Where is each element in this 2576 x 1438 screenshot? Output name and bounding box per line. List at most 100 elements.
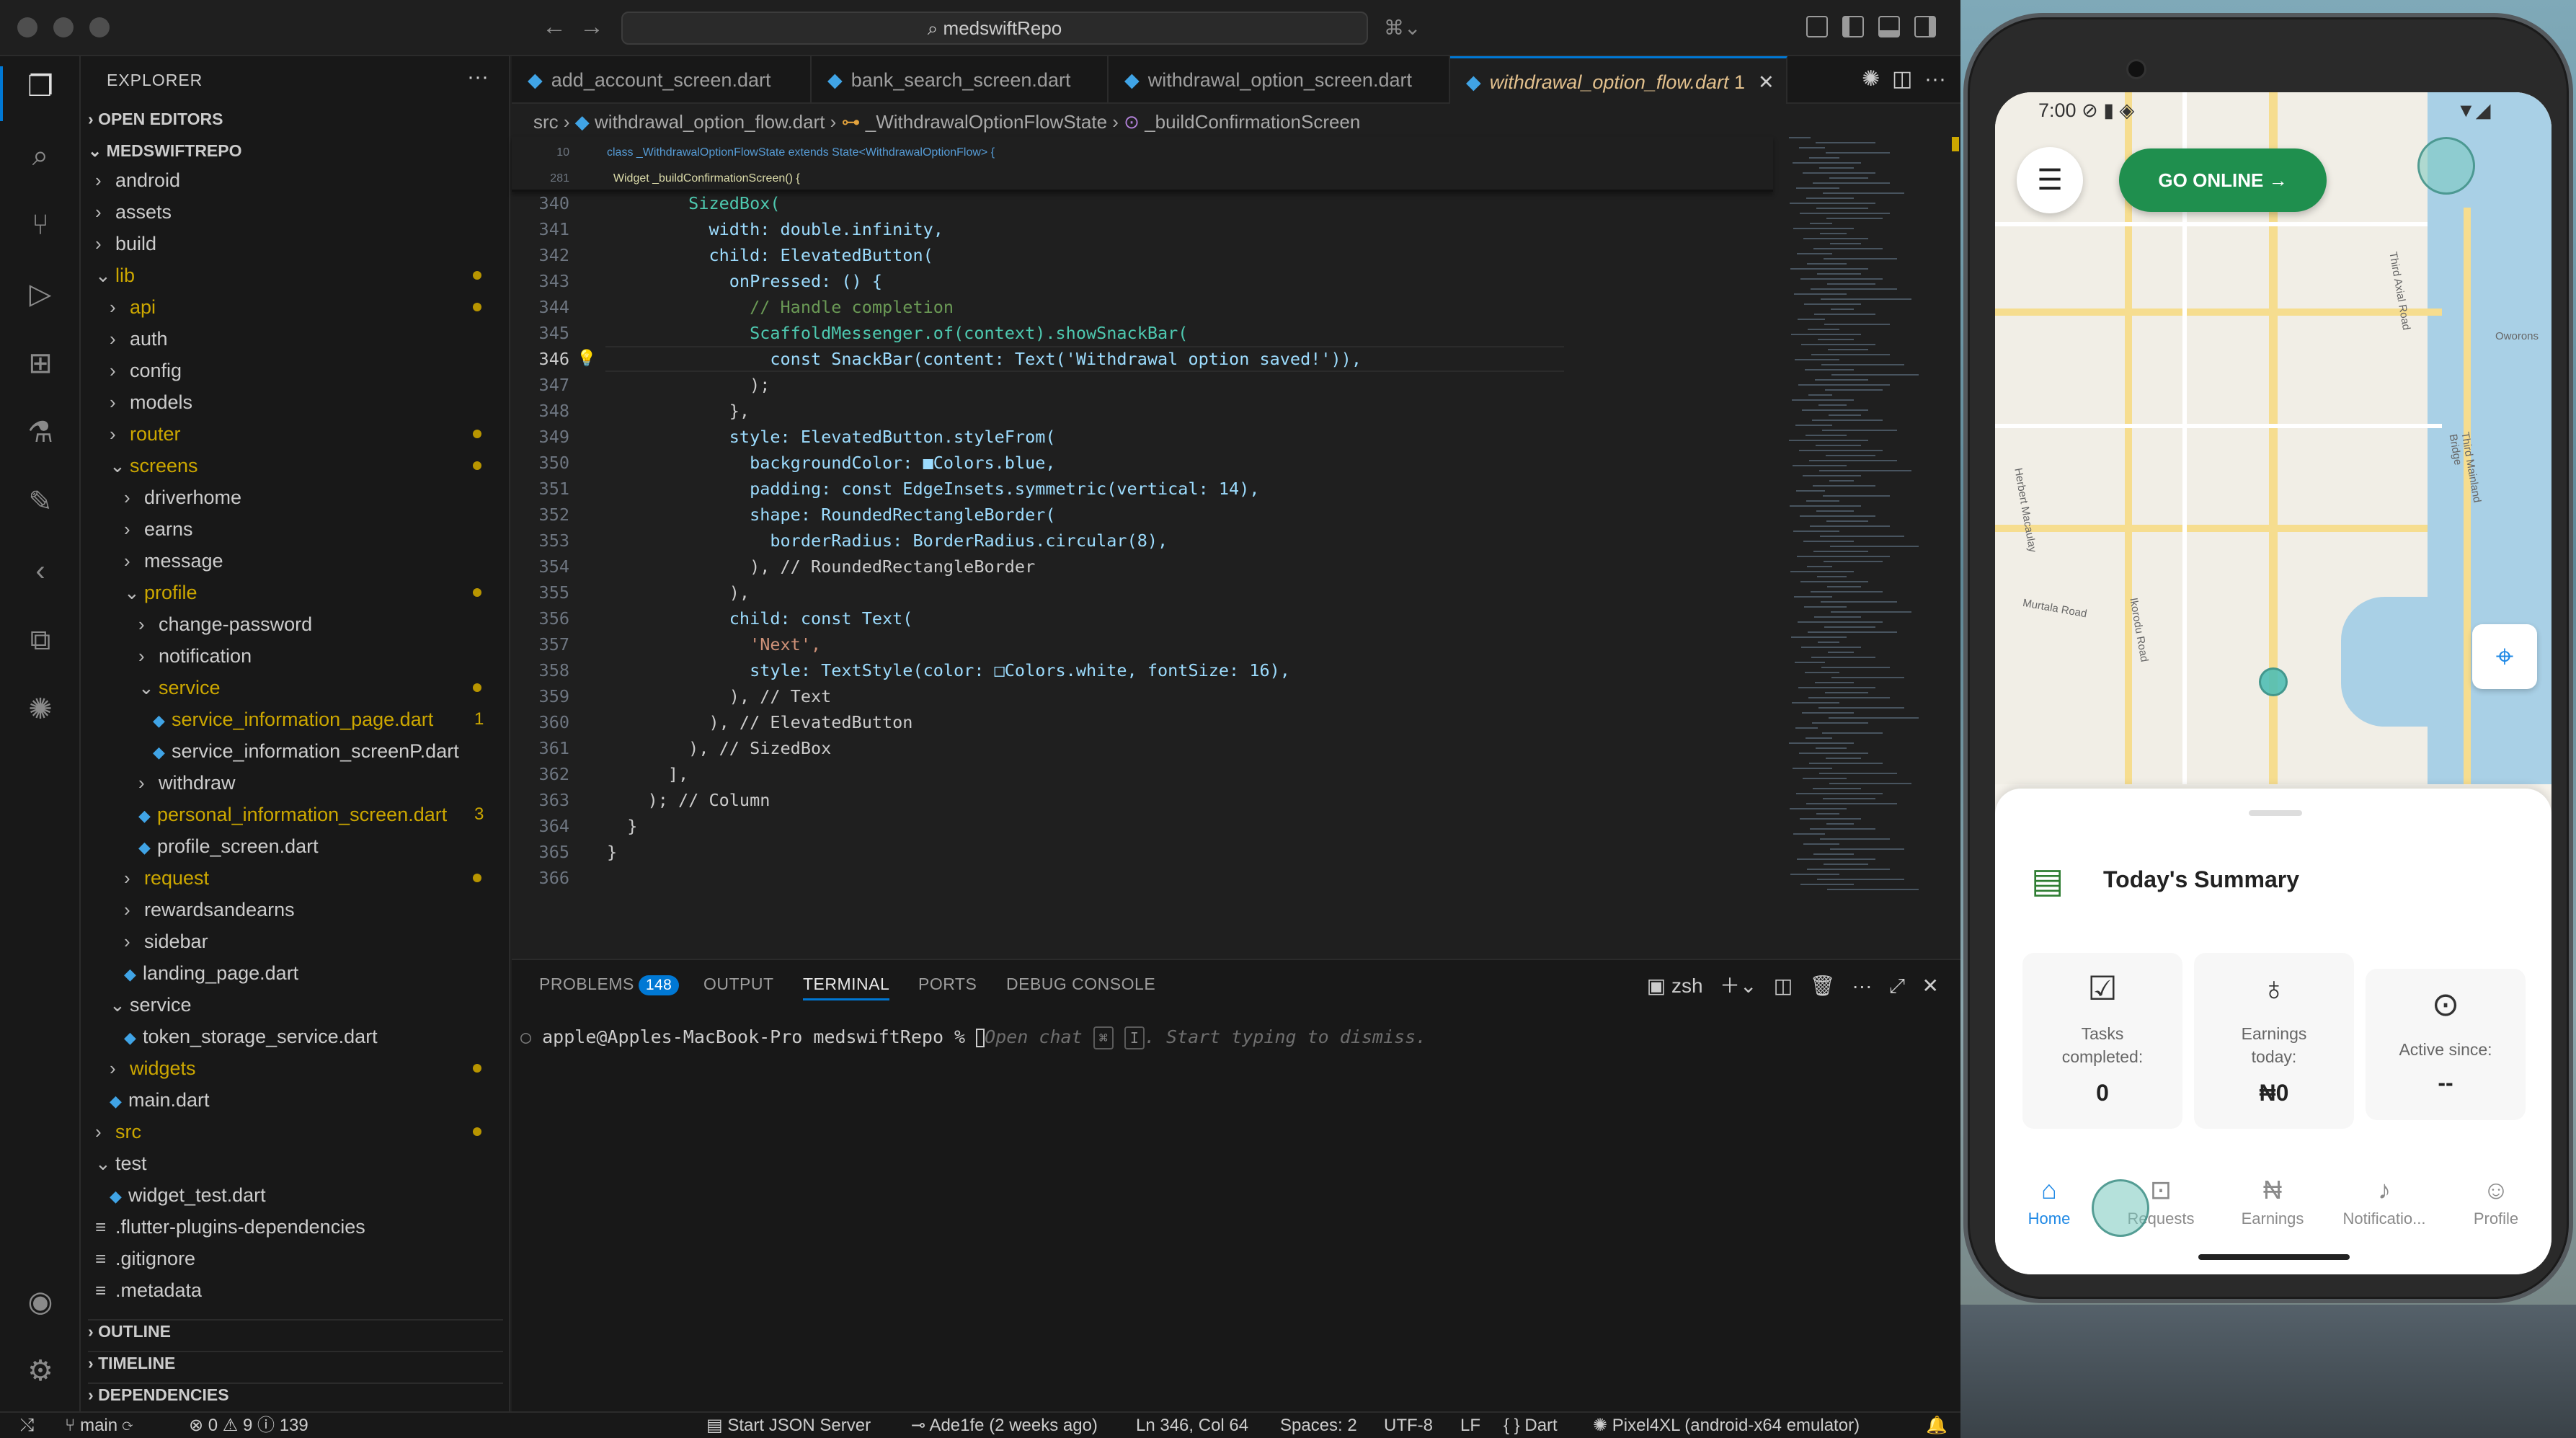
open-editors-section[interactable]: › OPEN EDITORS	[88, 110, 223, 129]
problems-summary[interactable]: ⊗ 0 ⚠ 9 ⓘ 139	[189, 1413, 308, 1438]
code-line[interactable]: 361 ), // SizedBox	[512, 735, 832, 761]
toggle-panel-icon[interactable]	[1878, 16, 1900, 37]
tree-folder[interactable]: ⌄ service	[81, 672, 510, 704]
tab-problems[interactable]: PROBLEMS 148	[539, 975, 680, 995]
tree-folder[interactable]: › notification	[81, 640, 510, 672]
tree-folder[interactable]: ⌄ profile	[81, 577, 510, 608]
code-line[interactable]: 351 padding: const EdgeInsets.symmetric(…	[512, 476, 1260, 502]
tree-folder[interactable]: › android	[81, 164, 510, 196]
tree-file[interactable]: ◆ token_storage_service.dart	[81, 1021, 510, 1052]
shell-name[interactable]: zsh	[1671, 975, 1703, 997]
chatgpt-icon[interactable]: ✺	[25, 693, 56, 725]
command-center-search[interactable]: ⌕ medswiftRepo	[621, 12, 1368, 45]
go-online-button[interactable]: GO ONLINE →	[2119, 148, 2327, 212]
tree-folder[interactable]: ⌄ screens	[81, 450, 510, 481]
minimize-window-icon[interactable]	[53, 17, 74, 37]
code-line[interactable]: 350 backgroundColor: ■Colors.blue,	[512, 450, 1056, 476]
tree-folder[interactable]: ⌄ test	[81, 1148, 510, 1179]
toggle-secondary-sidebar-icon[interactable]	[1914, 16, 1936, 37]
map-view[interactable]: Oworons Third Mainland Bridge Ikorodu Ro…	[1995, 92, 2551, 784]
account-icon[interactable]: ◉	[25, 1286, 56, 1318]
tree-folder[interactable]: › driverhome	[81, 481, 510, 513]
tree-folder[interactable]: ⌄ service	[81, 989, 510, 1021]
tree-folder[interactable]: › models	[81, 386, 510, 418]
layout-custom-icon[interactable]	[1806, 16, 1828, 37]
indentation[interactable]: Spaces: 2	[1280, 1413, 1357, 1438]
tree-folder[interactable]: › build	[81, 228, 510, 259]
lightbulb-icon[interactable]: 💡	[577, 346, 596, 372]
code-line[interactable]: 362 ],	[512, 761, 689, 787]
back-arrow-icon[interactable]: ←	[542, 13, 567, 41]
tree-file[interactable]: ◆ landing_page.dart	[81, 957, 510, 989]
code-line[interactable]: 340 SizedBox(	[512, 190, 781, 216]
search-icon[interactable]: ⌕	[25, 140, 56, 172]
code-line[interactable]: 358 style: TextStyle(color: □Colors.whit…	[512, 657, 1290, 683]
toggle-sidebar-icon[interactable]	[1842, 16, 1864, 37]
code-line[interactable]: 341 width: double.infinity,	[512, 216, 943, 242]
nav-notifications[interactable]: ♪ Notificatio...	[2330, 1175, 2438, 1228]
more-actions-icon[interactable]: ···	[1924, 67, 1946, 91]
code-line[interactable]: 365}	[512, 839, 618, 865]
line-ending[interactable]: LF	[1460, 1413, 1480, 1438]
notifications-bell-icon[interactable]: 🔔	[1926, 1413, 1947, 1438]
tree-folder[interactable]: › withdraw	[81, 767, 510, 799]
explorer-icon[interactable]: ❐	[25, 71, 56, 102]
split-terminal-icon[interactable]: ◫	[1774, 975, 1793, 997]
gesture-bar[interactable]	[2198, 1254, 2350, 1260]
split-editor-icon[interactable]: ◫	[1892, 67, 1912, 91]
code-line[interactable]: 360 ), // ElevatedButton	[512, 709, 913, 735]
branch-indicator[interactable]: ⑂ main ⟳	[65, 1413, 133, 1438]
tab-withdrawal-option-flow[interactable]: ◆ withdrawal_option_flow.dart 1 ✕	[1450, 56, 1787, 104]
close-panel-icon[interactable]: ✕	[1922, 975, 1939, 997]
code-line[interactable]: 364 }	[512, 813, 638, 839]
timeline-section[interactable]: › TIMELINE	[88, 1351, 503, 1373]
maximize-panel-icon[interactable]: ⤢	[1889, 975, 1905, 997]
close-tab-icon[interactable]: ✕	[1758, 71, 1775, 93]
tree-file[interactable]: ◆ personal_information_screen.dart 3	[81, 799, 510, 830]
repo-section[interactable]: ⌄ MEDSWIFTREPO	[88, 141, 242, 161]
code-line[interactable]: 345 ScaffoldMessenger.of(context).showSn…	[512, 320, 1189, 346]
code-line[interactable]: 354 ), // RoundedRectangleBorder	[512, 554, 1036, 580]
tab-terminal[interactable]: TERMINAL	[803, 975, 890, 1000]
tree-folder[interactable]: › sidebar	[81, 926, 510, 957]
language-mode[interactable]: { } Dart	[1504, 1413, 1558, 1438]
chatgpt-icon[interactable]: ✺	[1862, 67, 1880, 91]
code-line[interactable]: 346 const SnackBar(content: Text('Withdr…	[512, 346, 1564, 372]
tree-file[interactable]: ◆ service_information_page.dart 1	[81, 704, 510, 735]
more-icon[interactable]: ···	[1852, 975, 1872, 997]
nav-earnings[interactable]: ₦ Earnings	[2219, 1175, 2327, 1228]
code-line[interactable]: 353 borderRadius: BorderRadius.circular(…	[512, 528, 1168, 554]
extensions-icon[interactable]: ⊞	[25, 347, 56, 379]
remote-explorer-icon[interactable]: ⧉	[25, 624, 56, 656]
git-commit-info[interactable]: ⊸ Ade1fe (2 weeks ago)	[911, 1413, 1098, 1438]
tree-folder[interactable]: › assets	[81, 196, 510, 228]
tree-folder[interactable]: › earns	[81, 513, 510, 545]
tree-file[interactable]: ◆ service_information_screenP.dart	[81, 735, 510, 767]
testing-icon[interactable]: ⚗	[25, 417, 56, 448]
menu-button[interactable]: ☰	[2017, 147, 2083, 213]
code-line[interactable]: 355 ),	[512, 580, 750, 605]
dependencies-section[interactable]: › DEPENDENCIES	[88, 1382, 503, 1405]
code-line[interactable]: 348 },	[512, 398, 750, 424]
my-location-button[interactable]: ⌖	[2472, 624, 2537, 689]
tab-withdrawal-option-screen[interactable]: ◆ withdrawal_option_screen.dart	[1109, 56, 1450, 104]
device-selector[interactable]: ✺ Pixel4XL (android-x64 emulator)	[1593, 1413, 1860, 1438]
tree-folder[interactable]: › api	[81, 291, 510, 323]
source-control-icon[interactable]: ⑂	[25, 209, 56, 241]
zoom-window-icon[interactable]	[89, 17, 110, 37]
tab-output[interactable]: OUTPUT	[703, 975, 774, 994]
tree-folder[interactable]: › message	[81, 545, 510, 577]
encoding[interactable]: UTF-8	[1384, 1413, 1433, 1438]
minimap[interactable]	[1775, 137, 1919, 973]
tree-file[interactable]: ◆ main.dart	[81, 1084, 510, 1116]
copilot-icon[interactable]: ⌘⌄	[1384, 16, 1421, 40]
flutter-icon[interactable]: ‹	[25, 555, 56, 587]
edit-icon[interactable]: ✎	[25, 486, 56, 518]
tab-bank-search[interactable]: ◆ bank_search_screen.dart	[812, 56, 1109, 104]
tree-file[interactable]: ≡ .flutter-plugins-dependencies	[81, 1211, 510, 1243]
tree-folder[interactable]: › config	[81, 355, 510, 386]
nav-profile[interactable]: ☺ Profile	[2442, 1175, 2550, 1228]
code-line[interactable]: 352 shape: RoundedRectangleBorder(	[512, 502, 1056, 528]
close-window-icon[interactable]	[17, 17, 37, 37]
tree-folder[interactable]: › rewardsandearns	[81, 894, 510, 926]
